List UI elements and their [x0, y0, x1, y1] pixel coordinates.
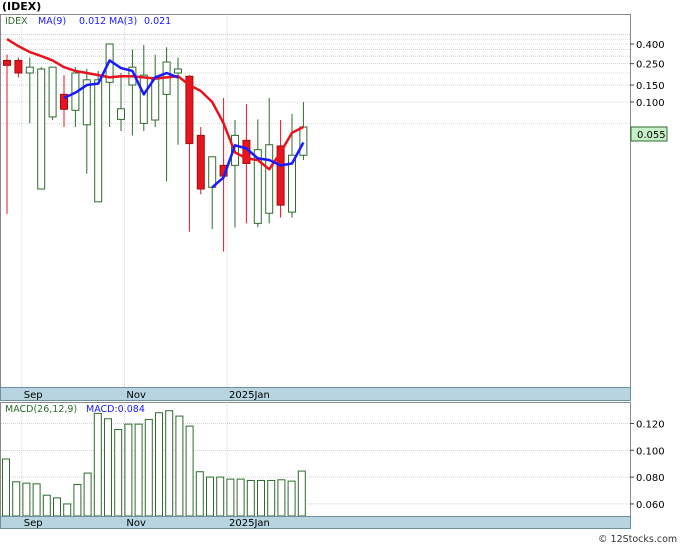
macd-bar	[83, 472, 92, 517]
candle-up	[37, 68, 46, 190]
candle-up	[139, 74, 148, 124]
idex-chart: 0.400 0.250 0.150 0.100 (IDEX) IDEX MA(9) 0…	[0, 0, 677, 545]
macd-bar	[185, 425, 194, 517]
candle-up	[25, 66, 34, 74]
candle-down	[14, 59, 23, 74]
macd-bar	[2, 458, 10, 517]
macd-bar	[277, 479, 286, 517]
price-tick-label: 0.400	[636, 40, 665, 51]
macd-legend-value: MACD:0.084	[86, 404, 145, 415]
price-date-label: Nov	[126, 390, 146, 401]
macd-bar	[22, 482, 31, 517]
legend-ma9-value: 0.012	[79, 16, 106, 27]
legend-ma3-label: MA(3)	[109, 16, 137, 27]
macd-bar	[42, 494, 51, 517]
candle-up	[48, 66, 57, 118]
candle-up	[174, 68, 182, 74]
macd-bar	[134, 423, 143, 517]
macd-bar	[73, 483, 82, 517]
macd-bar	[114, 428, 123, 517]
legend-ma9-label: MA(9)	[38, 16, 66, 27]
candle-down	[3, 59, 11, 66]
macd-bar	[124, 423, 133, 517]
macd-bar	[12, 481, 21, 517]
macd-bar	[267, 479, 276, 517]
macd-bar	[195, 471, 204, 517]
macd-date-label: Sep	[24, 518, 43, 529]
last-price-tag: 0.055	[630, 126, 668, 142]
macd-bar	[32, 483, 41, 517]
macd-bar	[104, 418, 112, 517]
price-date-label: 2025Jan	[229, 390, 270, 401]
price-date-label: Sep	[24, 390, 43, 401]
macd-bar	[155, 412, 163, 517]
legend-ma3-value: 0.021	[144, 16, 171, 27]
watermark: © 12Stocks.com	[598, 534, 677, 545]
price-axis: 0.400 0.250 0.150 0.100	[630, 40, 665, 109]
macd-axis: 0.120 0.100 0.080 0.060	[630, 419, 665, 511]
macd-bar	[93, 412, 102, 517]
macd-date-label: Nov	[126, 518, 146, 529]
price-tick-label: 0.100	[636, 98, 665, 109]
macd-bar	[175, 415, 184, 517]
macd-bar	[53, 497, 61, 517]
macd-bar	[226, 478, 235, 517]
macd-bar	[216, 476, 225, 517]
macd-bar	[246, 479, 255, 517]
macd-tick-label: 0.080	[636, 473, 665, 484]
last-price-label: 0.055	[637, 130, 666, 141]
candle-up	[208, 156, 217, 188]
macd-bar	[297, 470, 306, 517]
candle-down	[196, 134, 205, 190]
price-tick-label: 0.250	[636, 60, 665, 71]
macd-bar	[236, 478, 245, 517]
candle-up	[151, 76, 160, 121]
candle-up	[117, 108, 125, 120]
macd-tick-label: 0.100	[636, 446, 665, 457]
price-date-axis	[0, 387, 631, 401]
macd-tick-label: 0.060	[636, 500, 665, 511]
candle-up	[265, 144, 274, 214]
macd-tick-label: 0.120	[636, 419, 665, 430]
macd-date-label: 2025Jan	[229, 518, 270, 529]
macd-bar	[63, 503, 72, 517]
macd-bar	[144, 418, 153, 517]
chart-title: (IDEX)	[2, 0, 41, 13]
candle-up	[299, 126, 308, 156]
price-tick-label: 0.150	[636, 81, 665, 92]
macd-bar	[206, 476, 214, 517]
candle-up	[94, 79, 103, 203]
legend-ticker: IDEX	[5, 16, 28, 27]
macd-legend: MACD(26,12,9) MACD:0.084	[5, 404, 145, 415]
macd-date-axis	[0, 516, 631, 529]
macd-bar	[287, 480, 296, 517]
macd-legend-params: MACD(26,12,9)	[5, 404, 77, 415]
macd-bar	[257, 479, 265, 517]
macd-bar	[165, 410, 174, 517]
